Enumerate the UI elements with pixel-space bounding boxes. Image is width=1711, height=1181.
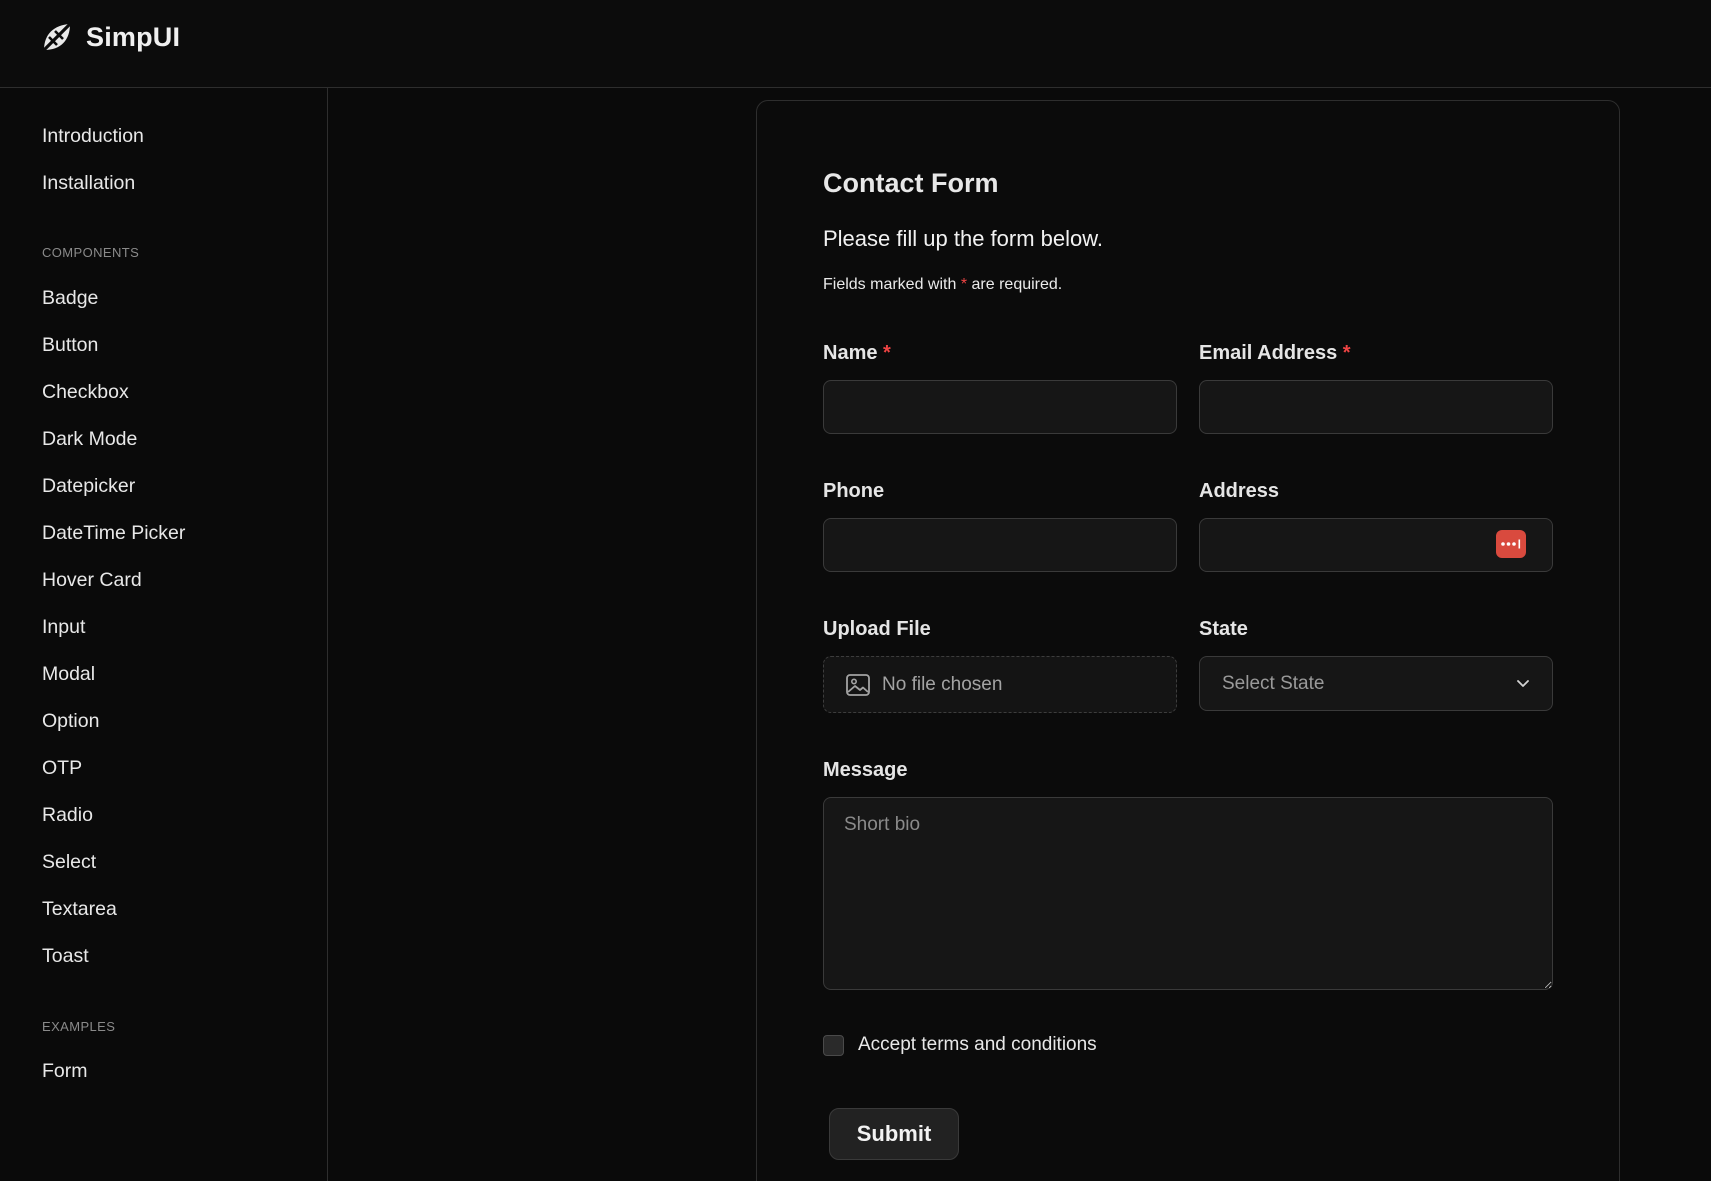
sidebar-item-radio[interactable]: Radio <box>42 803 93 827</box>
brand-name: SimpUI <box>86 21 181 52</box>
submit-button[interactable]: Submit <box>829 1108 959 1160</box>
email-input[interactable] <box>1199 380 1553 434</box>
chevron-down-icon <box>1517 680 1529 687</box>
sidebar-item-hover-card[interactable]: Hover Card <box>42 568 142 592</box>
sidebar-item-datepicker[interactable]: Datepicker <box>42 474 135 498</box>
terms-label: Accept terms and conditions <box>858 1034 1097 1055</box>
sidebar-item-datetime-picker[interactable]: DateTime Picker <box>42 521 185 545</box>
sidebar-heading-components: COMPONENTS <box>42 245 140 260</box>
sidebar-item-input[interactable]: Input <box>42 615 85 639</box>
sidebar-item-dark-mode[interactable]: Dark Mode <box>42 427 137 451</box>
sidebar-item-badge[interactable]: Badge <box>42 286 98 310</box>
terms-checkbox-row[interactable]: Accept terms and conditions <box>823 1034 1097 1056</box>
top-header: SimpUI <box>0 0 1711 88</box>
message-textarea[interactable] <box>823 797 1553 990</box>
required-note: Fields marked with * are required. <box>823 276 1062 294</box>
terms-checkbox[interactable] <box>823 1034 844 1056</box>
sidebar-item-option[interactable]: Option <box>42 709 99 733</box>
phone-label: Phone <box>823 480 885 502</box>
required-asterisk: * <box>883 342 891 364</box>
sidebar-item-installation[interactable]: Installation <box>42 171 135 195</box>
email-label-text: Email Address <box>1199 342 1338 364</box>
sidebar-heading-examples: EXAMPLES <box>42 1019 116 1034</box>
phone-input[interactable] <box>823 518 1177 572</box>
state-select-value: Select State <box>1222 672 1325 694</box>
name-input[interactable] <box>823 380 1177 434</box>
image-icon <box>846 673 870 696</box>
state-label: State <box>1199 618 1248 640</box>
message-label: Message <box>823 759 908 781</box>
sidebar-item-introduction[interactable]: Introduction <box>42 124 144 148</box>
form-subtitle: Please fill up the form below. <box>823 226 1104 251</box>
state-select[interactable]: Select State <box>1199 656 1553 711</box>
name-label-text: Name <box>823 342 878 364</box>
password-manager-icon[interactable] <box>1496 530 1526 558</box>
sidebar-item-checkbox[interactable]: Checkbox <box>42 380 129 404</box>
sidebar-item-textarea[interactable]: Textarea <box>42 897 117 921</box>
sidebar-item-select[interactable]: Select <box>42 850 96 874</box>
file-upload-input[interactable]: No file chosen <box>823 656 1177 713</box>
name-label: Name * <box>823 342 891 365</box>
address-label: Address <box>1199 480 1280 502</box>
sidebar: Introduction Installation COMPONENTS Bad… <box>0 88 328 1181</box>
sidebar-item-form[interactable]: Form <box>42 1059 88 1083</box>
required-note-prefix: Fields marked with <box>823 276 957 293</box>
required-asterisk: * <box>960 276 968 293</box>
slashed-leaf-logo-icon <box>41 21 73 53</box>
form-title: Contact Form <box>823 168 999 198</box>
email-label: Email Address * <box>1199 342 1351 365</box>
upload-status-text: No file chosen <box>882 673 1003 695</box>
sidebar-item-otp[interactable]: OTP <box>42 756 82 780</box>
sidebar-item-toast[interactable]: Toast <box>42 944 89 968</box>
brand-logo[interactable]: SimpUI <box>40 20 180 54</box>
upload-label: Upload File <box>823 618 931 640</box>
required-note-suffix: are required. <box>971 276 1063 293</box>
required-asterisk: * <box>1342 342 1351 364</box>
sidebar-item-button[interactable]: Button <box>42 333 98 357</box>
dots-icon <box>1501 539 1521 549</box>
sidebar-item-modal[interactable]: Modal <box>42 662 95 686</box>
